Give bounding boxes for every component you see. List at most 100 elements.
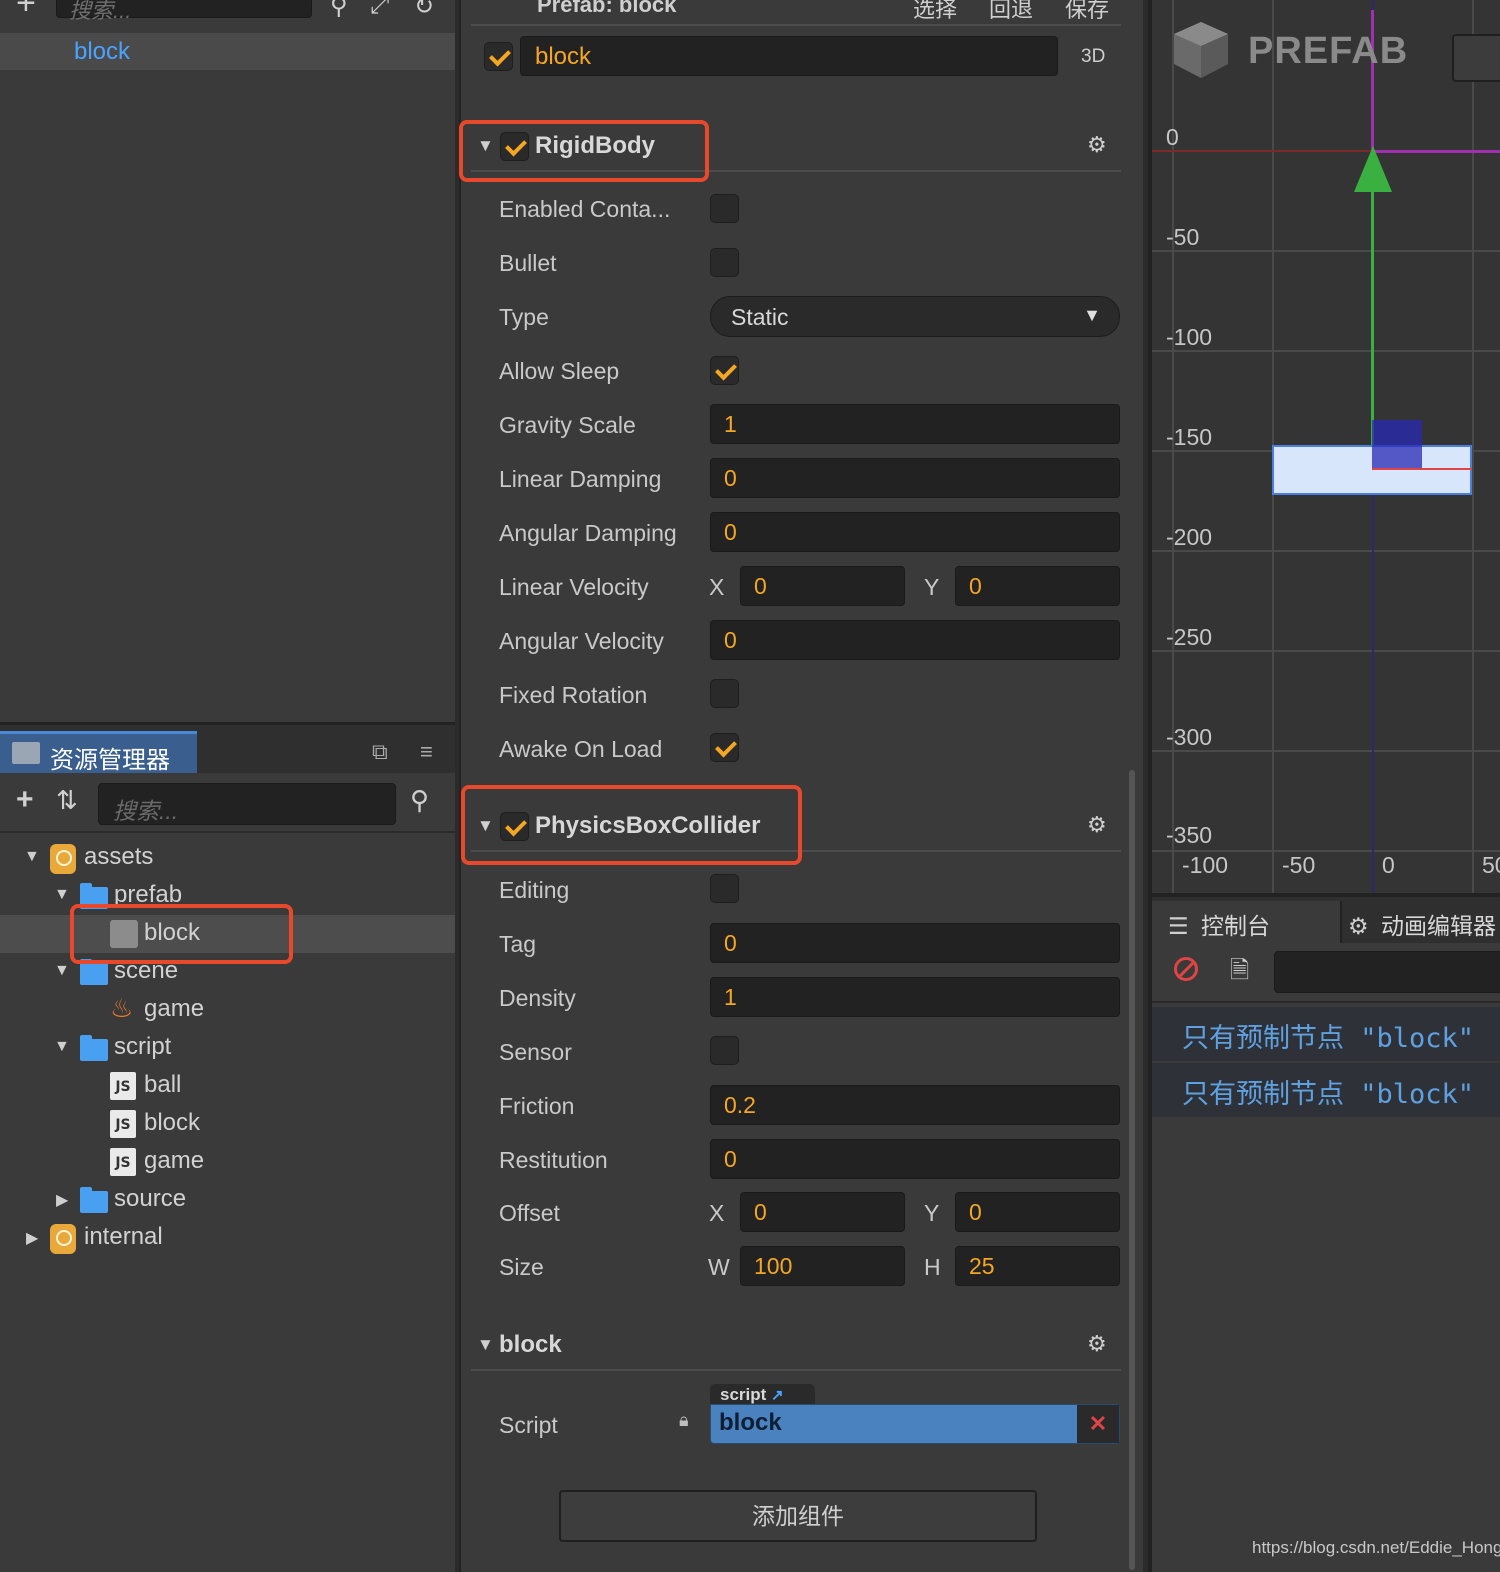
collapse-arrow-icon[interactable]: ▼ (477, 136, 494, 156)
gear-icon[interactable]: ⚙ (1087, 1331, 1107, 1357)
node-active-checkbox[interactable] (484, 42, 513, 71)
search-icon[interactable]: ⚲ (410, 785, 429, 816)
3d-toggle[interactable]: 3D (1081, 46, 1105, 68)
asset-tab-label: 资源管理器 (50, 747, 170, 774)
tab-console[interactable]: ☰ 控制台 (1152, 901, 1342, 943)
collider-enabled-checkbox[interactable] (500, 812, 529, 841)
add-asset-icon[interactable]: + (16, 783, 34, 817)
gravity-scale-input[interactable]: 1 (710, 404, 1120, 444)
clear-icon[interactable] (1174, 957, 1198, 981)
friction-input[interactable]: 0.2 (710, 1085, 1120, 1125)
offset-y-input[interactable]: 0 (955, 1192, 1120, 1232)
tree-item-scene[interactable]: ▼ scene (0, 953, 455, 991)
tree-item-block-prefab[interactable]: block (0, 915, 455, 953)
gear-icon[interactable]: ⚙ (1087, 812, 1107, 838)
linear-damping-input[interactable]: 0 (710, 458, 1120, 498)
script-component-header[interactable]: ▼ block ⚙ (461, 1327, 1145, 1367)
tree-item-block-js[interactable]: JS block (0, 1105, 455, 1143)
tree-item-game-js[interactable]: JS game (0, 1143, 455, 1181)
remove-icon[interactable]: ✕ (1077, 1405, 1119, 1443)
y-tick: -150 (1166, 424, 1213, 450)
external-link-icon[interactable]: ↗ (771, 1387, 784, 1404)
tree-item-assets[interactable]: ▼ assets (0, 839, 455, 877)
prop-label: Angular Damping (499, 520, 677, 546)
rigidbody-enabled-checkbox[interactable] (500, 132, 529, 161)
tag-input[interactable]: 0 (710, 923, 1120, 963)
collapse-arrow-icon[interactable]: ▼ (477, 816, 494, 836)
gizmo-anchor-square[interactable] (1372, 420, 1422, 470)
collapse-arrow-icon[interactable]: ▼ (24, 848, 40, 866)
popout-icon[interactable]: ⧉ (372, 739, 388, 765)
search-icon[interactable]: ⚲ (330, 0, 348, 21)
tab-console-label: 控制台 (1201, 913, 1271, 939)
select-button[interactable]: 选择 (913, 0, 957, 24)
tree-item-internal[interactable]: ▶ internal (0, 1219, 455, 1257)
bullet-checkbox[interactable] (710, 248, 739, 277)
linear-velocity-y-input[interactable]: 0 (955, 566, 1120, 606)
tab-asset-manager[interactable]: 资源管理器 (0, 731, 197, 774)
y-tick: -200 (1166, 524, 1213, 550)
node-name-input[interactable]: block (520, 36, 1058, 76)
tree-item-source[interactable]: ▶ source (0, 1181, 455, 1219)
script-tag[interactable]: script ↗ (710, 1384, 815, 1406)
hierarchy-search-input[interactable]: 搜索... (56, 0, 312, 23)
scene-view[interactable]: PREFAB 0 -50 -100 -150 -200 -250 -300 -3… (1148, 0, 1500, 893)
fixed-rotation-checkbox[interactable] (710, 679, 739, 708)
tree-item-game-scene[interactable]: ♨ game (0, 991, 455, 1029)
x-tick: -100 (1182, 852, 1229, 878)
collapse-arrow-icon[interactable]: ▼ (54, 886, 70, 904)
enabled-contact-checkbox[interactable] (710, 194, 739, 223)
angular-damping-input[interactable]: 0 (710, 512, 1120, 552)
collider-header[interactable]: ▼ PhysicsBoxCollider ⚙ (461, 808, 1145, 848)
save-button[interactable]: 保存 (1065, 0, 1109, 24)
rigidbody-header[interactable]: ▼ RigidBody ⚙ (461, 128, 1145, 168)
size-w-input[interactable]: 100 (740, 1246, 905, 1286)
add-node-icon[interactable]: + (16, 0, 36, 23)
console-filter-input[interactable] (1274, 951, 1500, 993)
menu-icon[interactable]: ≡ (420, 739, 433, 765)
tree-item-ball-js[interactable]: JS ball (0, 1067, 455, 1105)
collider-title: PhysicsBoxCollider (535, 812, 761, 839)
type-select[interactable]: Static ▼ (710, 296, 1120, 337)
divider (471, 170, 1121, 172)
tree-item-prefab[interactable]: ▼ prefab (0, 877, 455, 915)
sort-icon[interactable]: ⇅ (56, 785, 78, 816)
tree-item-script[interactable]: ▼ script (0, 1029, 455, 1067)
offset-x-input[interactable]: 0 (740, 1192, 905, 1232)
collapse-arrow-icon[interactable]: ▼ (477, 1335, 494, 1355)
prop-label: Sensor (499, 1039, 572, 1065)
linear-velocity-x-input[interactable]: 0 (740, 566, 905, 606)
gear-icon[interactable]: ⚙ (1087, 132, 1107, 158)
density-input[interactable]: 1 (710, 977, 1120, 1017)
asset-search-input[interactable]: 搜索... (98, 783, 396, 825)
awake-on-load-checkbox[interactable] (710, 733, 739, 762)
editing-checkbox[interactable] (710, 874, 739, 903)
restitution-input[interactable]: 0 (710, 1139, 1120, 1179)
prop-label: Fixed Rotation (499, 682, 648, 708)
hierarchy-node-block[interactable]: block (0, 33, 455, 70)
asset-manager-panel: 资源管理器 ⧉ ≡ + ⇅ 搜索... ⚲ ▼ assets ▼ prefab … (0, 722, 455, 1572)
folder-icon (80, 1187, 108, 1213)
js-file-icon: JS (110, 1148, 136, 1176)
expand-arrow-icon[interactable]: ▶ (56, 1190, 68, 1210)
size-h-input[interactable]: 25 (955, 1246, 1120, 1286)
expand-arrow-icon[interactable]: ▶ (26, 1228, 38, 1248)
add-component-button[interactable]: 添加组件 (559, 1490, 1037, 1542)
tab-animation-editor[interactable]: ⚙ 动画编辑器 (1348, 901, 1500, 943)
watermark: https://blog.csdn.net/Eddie_Hong (1252, 1538, 1500, 1557)
angular-velocity-input[interactable]: 0 (710, 620, 1120, 660)
divider (471, 24, 1121, 26)
sensor-checkbox[interactable] (710, 1036, 739, 1065)
allow-sleep-checkbox[interactable] (710, 356, 739, 385)
inspector-scrollbar[interactable] (1129, 770, 1135, 1570)
gizmo-up-arrow-icon[interactable] (1354, 146, 1392, 192)
collapse-arrow-icon[interactable]: ▼ (54, 1038, 70, 1056)
file-icon[interactable]: 🗎︎ (1230, 953, 1249, 994)
collapse-arrow-icon[interactable]: ▼ (54, 962, 70, 980)
script-asset-field[interactable]: block ✕ (710, 1404, 1120, 1444)
scene-mode-button[interactable] (1452, 34, 1500, 82)
expand-icon[interactable]: ⤢ (370, 0, 389, 20)
prop-label: Allow Sleep (499, 358, 620, 384)
refresh-icon[interactable]: ↻ (414, 0, 434, 21)
revert-button[interactable]: 回退 (989, 0, 1033, 24)
